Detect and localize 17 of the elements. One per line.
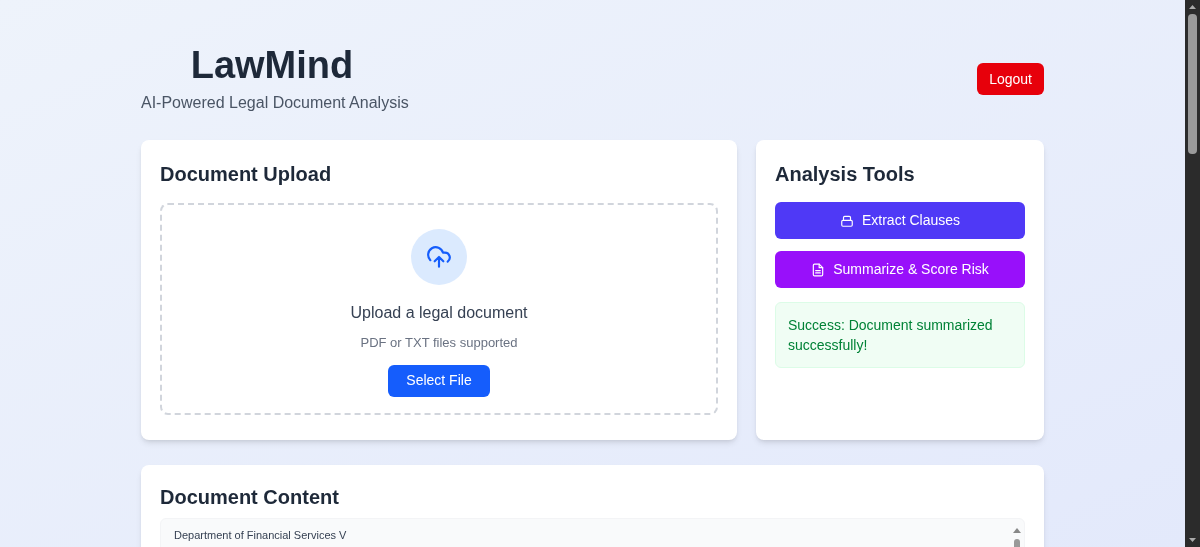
app-title: LawMind	[190, 43, 354, 88]
upload-prompt: Upload a legal document	[350, 303, 528, 323]
upload-hint: PDF or TXT files supported	[360, 334, 518, 352]
tool-button[interactable]: Extract Clauses	[775, 202, 1025, 239]
card-title: Analysis Tools	[775, 162, 916, 187]
document-text: Department of Financial Services V	[173, 528, 348, 543]
app-subtitle: AI-Powered Legal Document Analysis	[141, 93, 409, 113]
drop-zone[interactable]: Upload a legal document PDF or TXT files supported Select File	[160, 203, 718, 415]
card-title: Document Content	[160, 485, 340, 510]
tray-icon	[839, 213, 854, 228]
select-file-button[interactable]: Select File	[388, 364, 490, 397]
upload-icon	[411, 229, 467, 285]
tool-button[interactable]: Summarize & Score Risk	[775, 251, 1025, 288]
card-title: Document Upload	[160, 162, 333, 187]
status-message: Success: Document summarized successfully!	[775, 302, 1025, 368]
document-icon	[811, 262, 826, 277]
logout-button[interactable]: Logout	[977, 63, 1044, 95]
